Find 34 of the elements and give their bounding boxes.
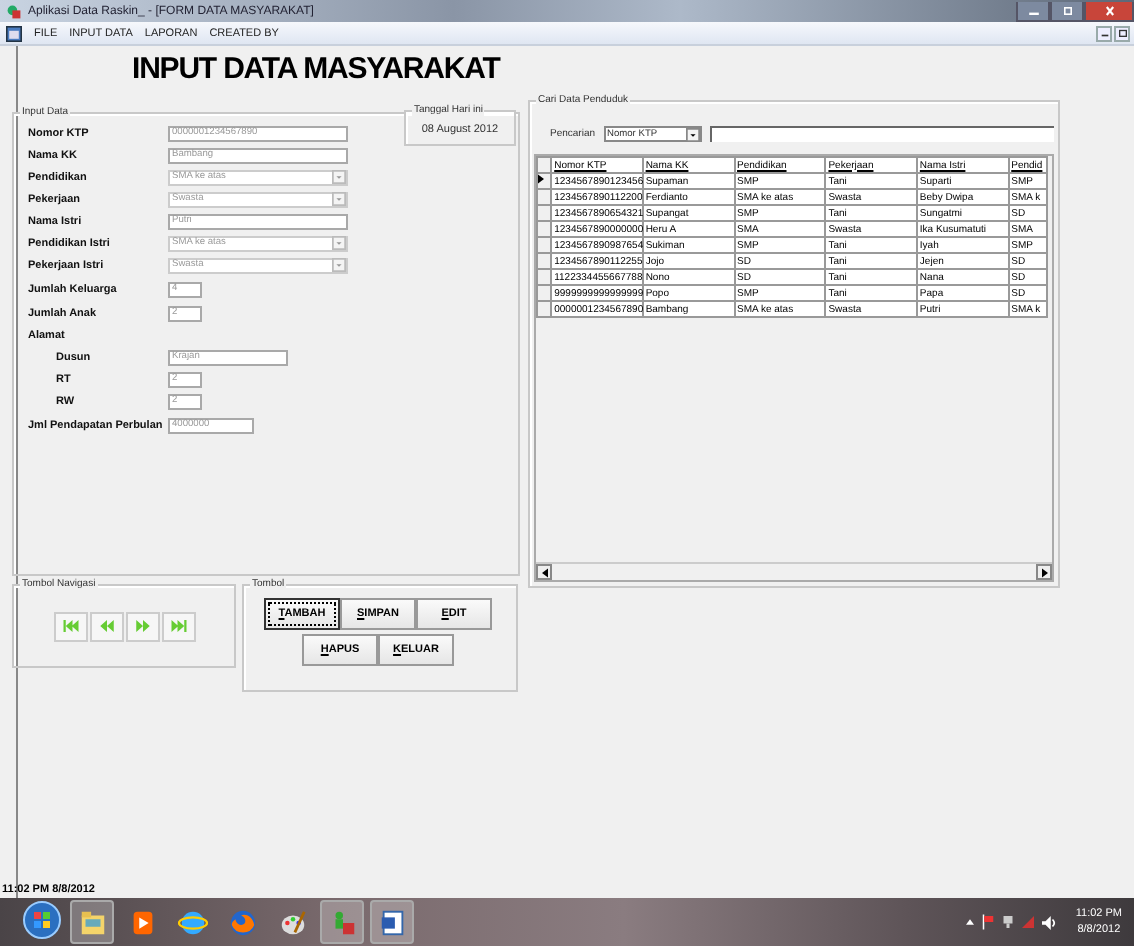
document-icon[interactable] [370, 900, 414, 944]
skip-icon [61, 618, 79, 634]
minimize-button[interactable] [1016, 1, 1050, 21]
skip-icon [169, 618, 187, 634]
close-button[interactable] [1084, 1, 1134, 21]
current-row-icon [538, 174, 544, 184]
form-icon [6, 25, 22, 41]
maximize-button[interactable] [1050, 1, 1084, 21]
flag-icon[interactable] [981, 914, 994, 930]
up-arrow-icon[interactable] [965, 918, 974, 926]
dropdown-arrow-icon [332, 236, 346, 250]
restore-icon [1117, 28, 1127, 38]
right-arrow-icon [1041, 567, 1047, 577]
double-arrow-icon [97, 618, 115, 634]
network-icon[interactable] [1001, 914, 1014, 930]
maximize-icon [1059, 5, 1075, 15]
minimize-button[interactable] [1096, 25, 1112, 41]
close-icon [1101, 5, 1117, 15]
folder-icon[interactable] [70, 900, 114, 944]
scroll-left-button[interactable] [536, 564, 552, 580]
restore-button[interactable] [1114, 25, 1130, 41]
double-arrow-icon [133, 618, 151, 634]
volume-icon[interactable] [1041, 915, 1056, 929]
dropdown-arrow-icon [332, 258, 346, 272]
start-button[interactable] [20, 900, 64, 944]
scroll-right-button[interactable] [1036, 564, 1052, 580]
search-field[interactable] [710, 126, 1054, 142]
form-heading: INPUT DATA MASYARAKAT [132, 52, 500, 88]
dropdown-arrow-icon [332, 170, 346, 184]
dropdown-arrow-icon [332, 192, 346, 206]
dropdown-arrow-icon [686, 127, 701, 141]
left-arrow-icon [541, 567, 547, 577]
windows-orb-icon [22, 900, 62, 940]
app-icon [6, 3, 22, 19]
